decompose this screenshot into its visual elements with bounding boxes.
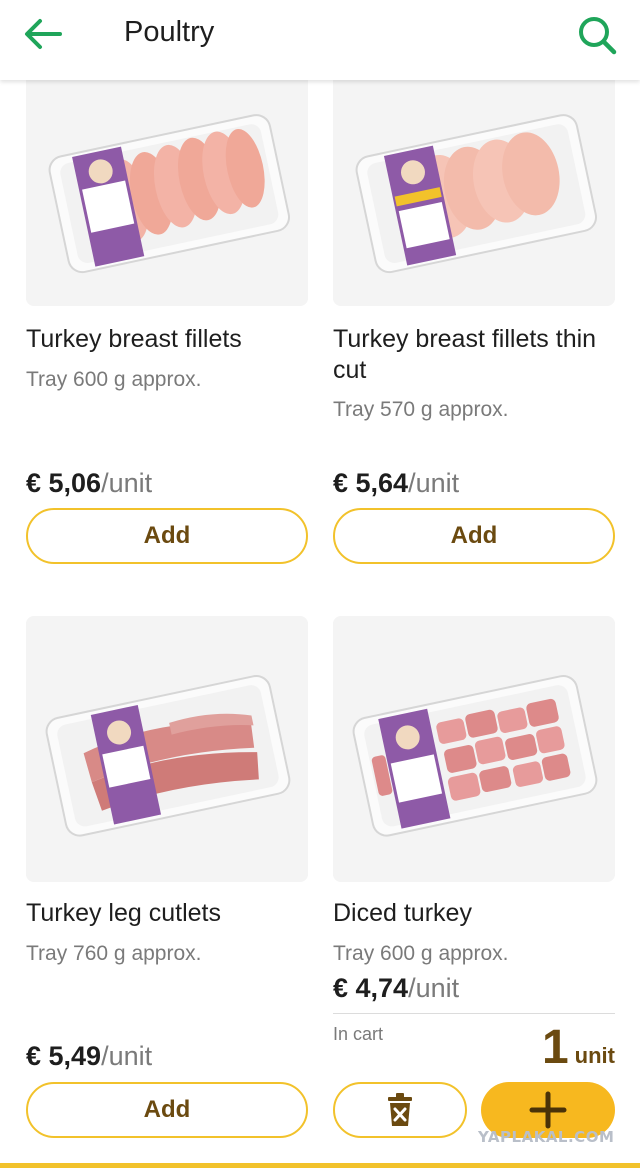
- product-price: € 4,74/unit: [333, 973, 459, 1004]
- add-button[interactable]: Add: [26, 508, 308, 564]
- add-button[interactable]: Add: [26, 1082, 308, 1138]
- product-weight: Tray 760 g approx.: [26, 942, 202, 965]
- price-amount: € 4,74: [333, 973, 409, 1003]
- divider: [333, 1013, 615, 1014]
- product-card[interactable]: Diced turkey Tray 600 g approx. € 4,74/u…: [333, 616, 615, 1138]
- product-image[interactable]: [26, 616, 308, 882]
- price-unit: /unit: [408, 973, 460, 1003]
- product-price: € 5,64/unit: [333, 468, 459, 499]
- search-icon[interactable]: [576, 14, 618, 56]
- price-amount: € 5,64: [333, 468, 409, 498]
- watermark: YAPLAKAL.COM: [478, 1128, 615, 1146]
- page-title: Poultry: [124, 16, 215, 48]
- turkey-leg-cutlets-image: [26, 616, 308, 882]
- bottom-bar: [0, 1163, 640, 1168]
- price-amount: € 5,06: [26, 468, 102, 498]
- product-image[interactable]: [333, 616, 615, 882]
- product-card[interactable]: Turkey leg cutlets Tray 760 g approx. € …: [26, 616, 308, 1138]
- product-name[interactable]: Turkey breast fillets: [26, 324, 308, 355]
- product-name[interactable]: Diced turkey: [333, 898, 615, 929]
- product-name[interactable]: Turkey leg cutlets: [26, 898, 308, 929]
- product-card[interactable]: Turkey breast fillets thin cut Tray 570 …: [333, 40, 615, 570]
- price-unit: /unit: [101, 468, 153, 498]
- plus-icon: [529, 1091, 567, 1129]
- price-unit: /unit: [101, 1041, 153, 1071]
- product-weight: Tray 600 g approx.: [333, 942, 509, 965]
- product-weight: Tray 570 g approx.: [333, 398, 509, 421]
- product-price: € 5,49/unit: [26, 1041, 152, 1072]
- remove-from-cart-button[interactable]: [333, 1082, 467, 1138]
- price-amount: € 5,49: [26, 1041, 102, 1071]
- product-price: € 5,06/unit: [26, 468, 152, 499]
- trash-icon: [388, 1093, 412, 1126]
- price-unit: /unit: [408, 468, 460, 498]
- quantity-unit: unit: [574, 1043, 615, 1068]
- top-app-bar: Poultry: [0, 0, 640, 80]
- in-cart-label: In cart: [333, 1024, 384, 1044]
- product-card[interactable]: Turkey breast fillets Tray 600 g approx.…: [26, 40, 308, 570]
- product-weight: Tray 600 g approx.: [26, 368, 202, 391]
- diced-turkey-image: [333, 616, 615, 882]
- quantity-value: 1: [541, 1021, 569, 1074]
- cart-quantity: 1 unit: [542, 1020, 615, 1075]
- add-button[interactable]: Add: [333, 508, 615, 564]
- arrow-left-icon[interactable]: [22, 16, 64, 52]
- product-name[interactable]: Turkey breast fillets thin cut: [333, 324, 615, 386]
